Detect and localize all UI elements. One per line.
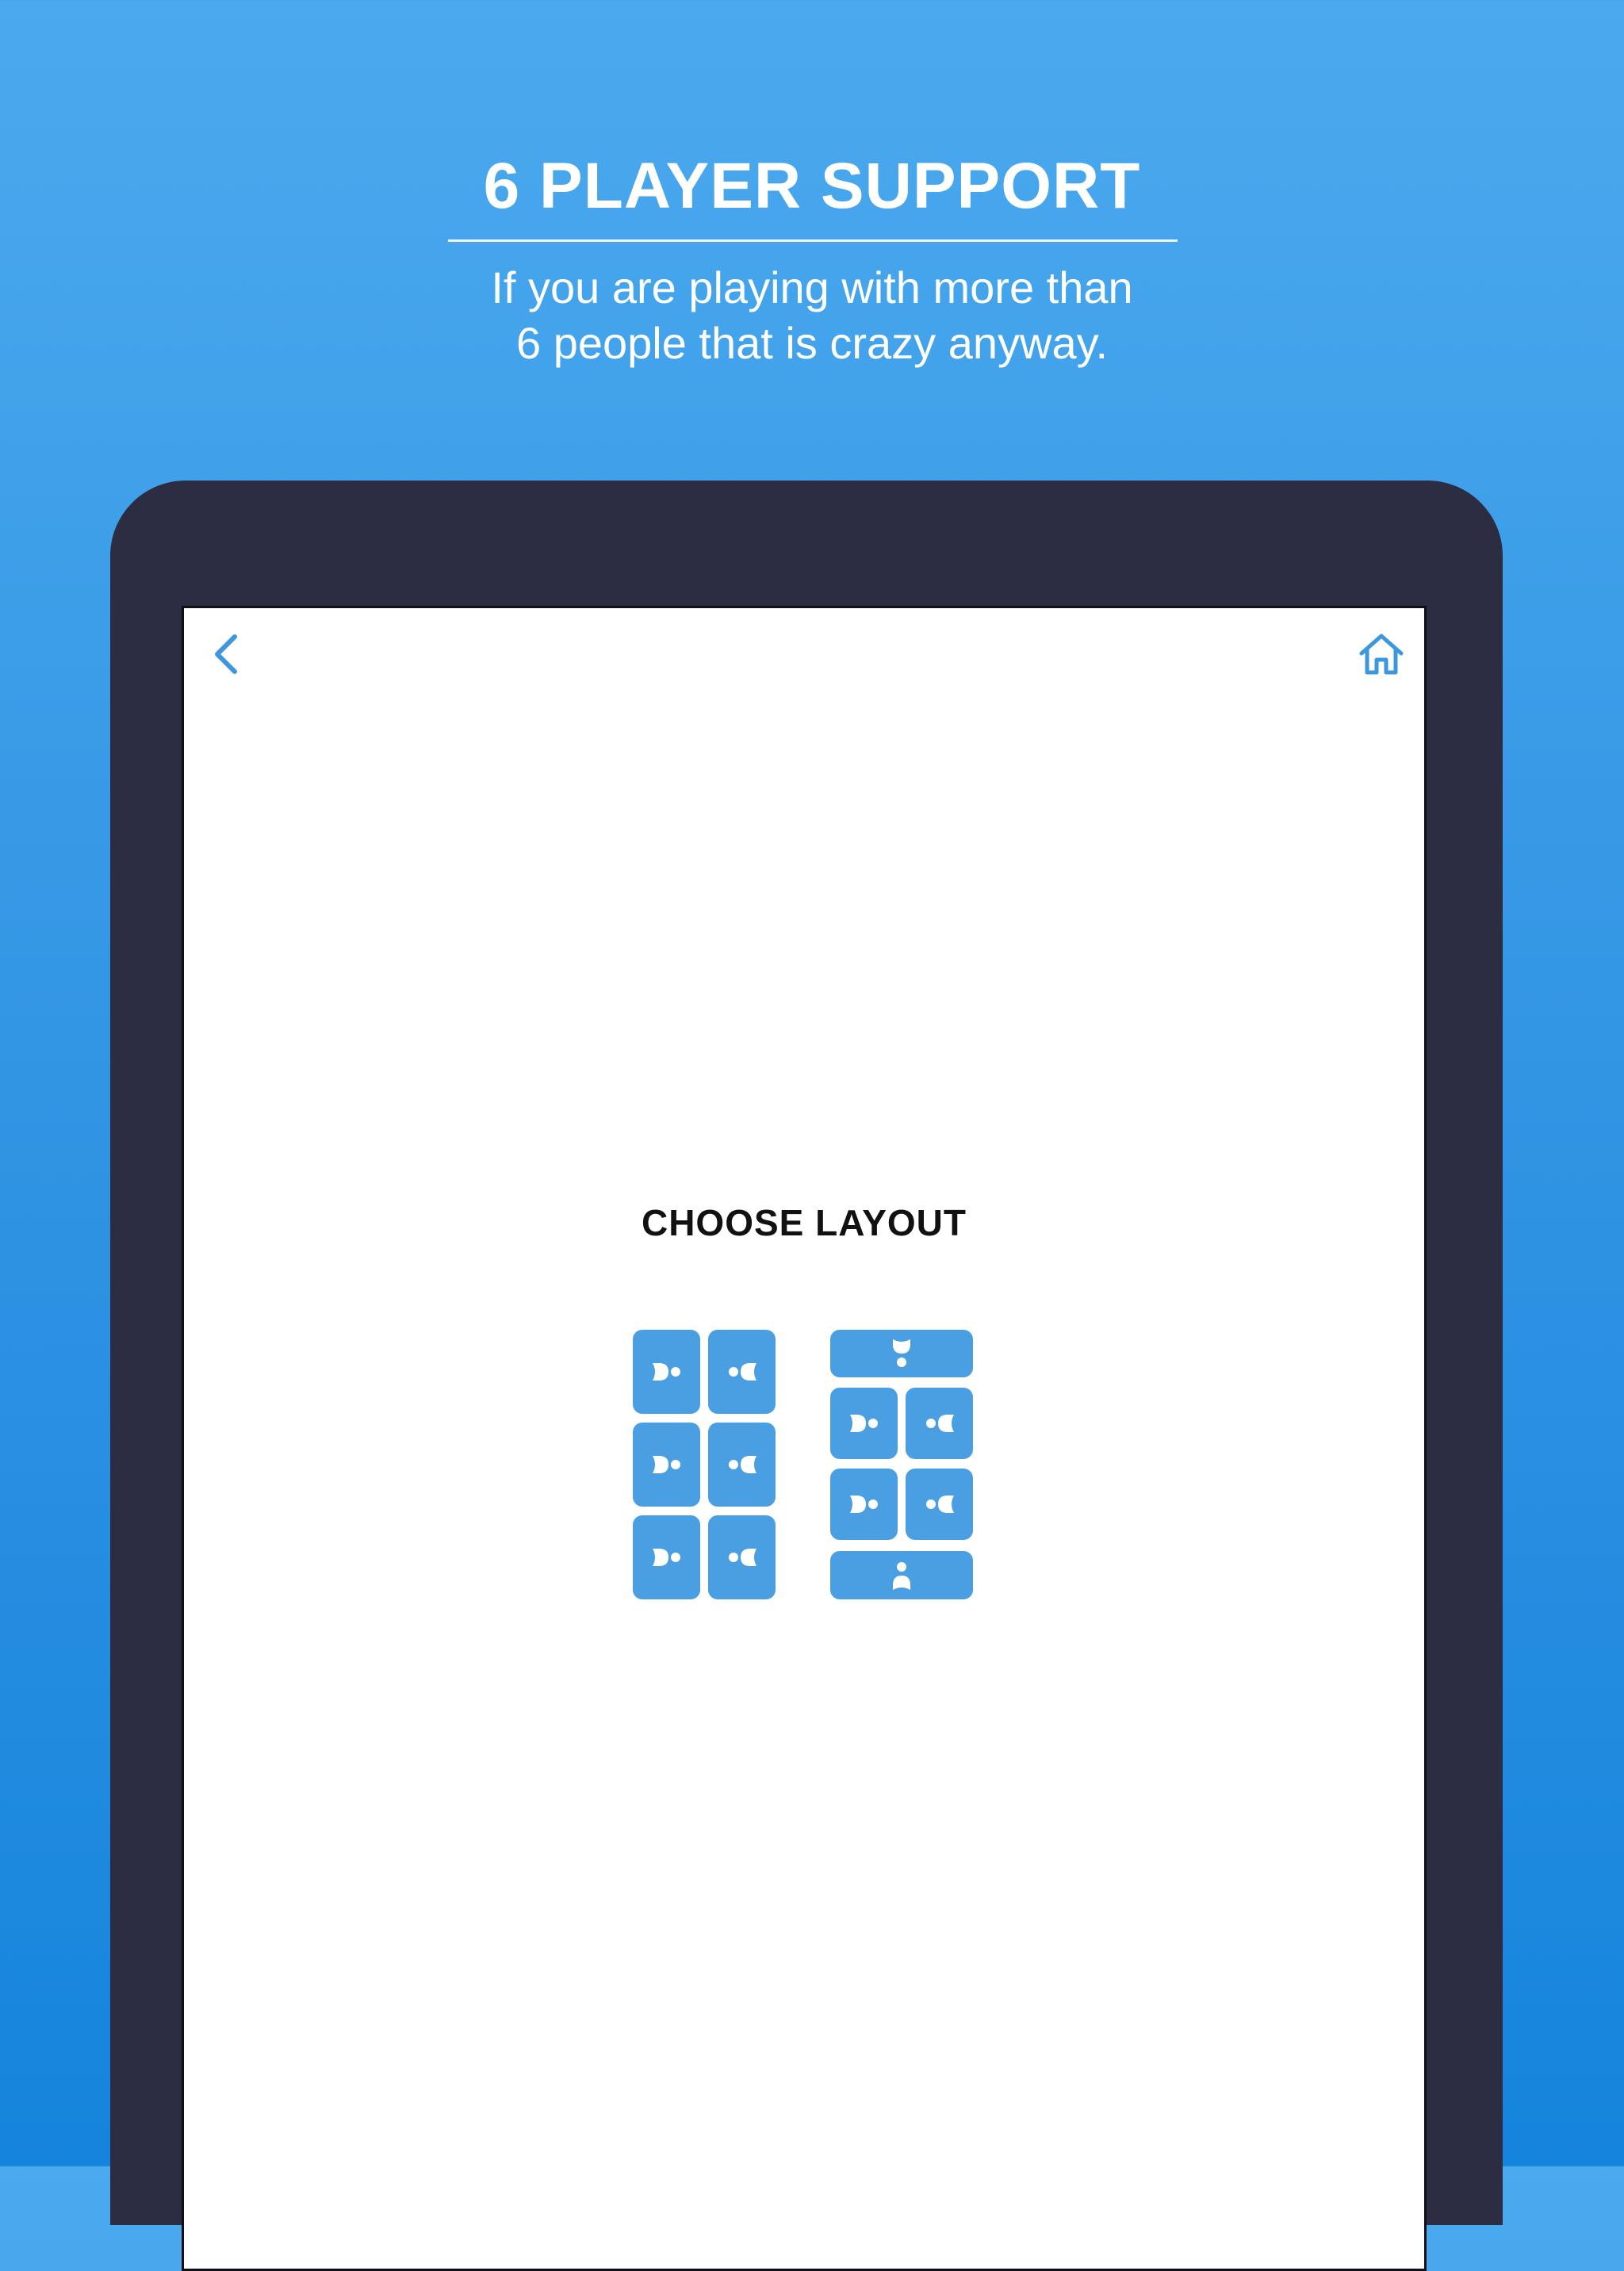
layout-option-grid-4-plus-ends[interactable] (830, 1330, 973, 1599)
promo-title: 6 PLAYER SUPPORT (483, 150, 1141, 222)
player-facing-down-icon (893, 1339, 910, 1367)
player-tile (830, 1469, 898, 1540)
back-button[interactable] (201, 630, 249, 678)
player-facing-left-icon (728, 1363, 756, 1381)
player-facing-left-icon (728, 1456, 756, 1473)
player-facing-right-icon (652, 1456, 680, 1473)
player-tile (830, 1388, 898, 1459)
player-facing-left-icon (925, 1495, 954, 1513)
player-tile (708, 1330, 776, 1414)
player-tile (708, 1515, 776, 1599)
choose-layout-title: CHOOSE LAYOUT (641, 1202, 967, 1243)
player-facing-right-icon (849, 1495, 878, 1513)
player-tile (830, 1330, 973, 1377)
player-tile (830, 1551, 973, 1599)
promo-subtitle: If you are playing with more than 6 peop… (0, 260, 1624, 371)
home-button[interactable] (1356, 629, 1407, 680)
player-facing-up-icon (893, 1561, 910, 1590)
home-icon (1359, 634, 1404, 675)
player-tile (906, 1388, 973, 1459)
player-tile (633, 1423, 700, 1507)
player-facing-right-icon (652, 1549, 680, 1566)
player-facing-left-icon (728, 1549, 756, 1566)
player-tile (906, 1469, 973, 1540)
promo-subtitle-line-1: If you are playing with more than (491, 262, 1133, 312)
player-tile (633, 1330, 700, 1414)
layout-option-grid-6[interactable] (633, 1330, 776, 1599)
promo-divider (448, 239, 1178, 242)
chevron-left-icon (215, 634, 237, 674)
player-tile (633, 1515, 700, 1599)
app-screen: CHOOSE LAYOUT (182, 606, 1427, 2271)
promo-subtitle-line-2: 6 people that is crazy anyway. (515, 318, 1109, 368)
player-facing-left-icon (925, 1415, 954, 1432)
tablet-frame: CHOOSE LAYOUT (110, 481, 1503, 2271)
player-tile (708, 1423, 776, 1507)
player-facing-right-icon (849, 1415, 878, 1432)
player-facing-right-icon (652, 1363, 680, 1381)
